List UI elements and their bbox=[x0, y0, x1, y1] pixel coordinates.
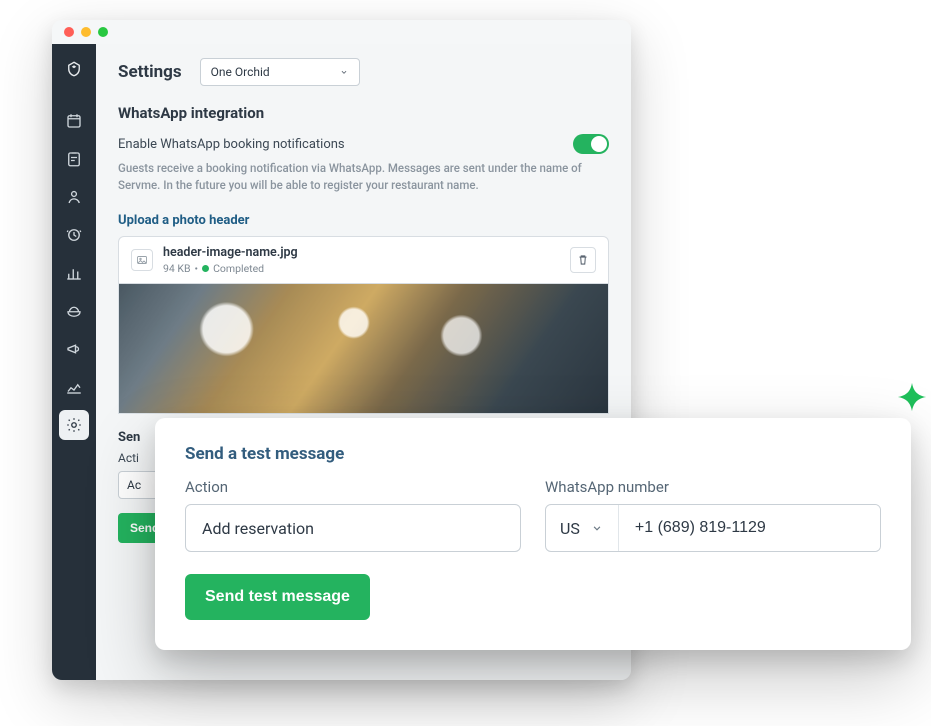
phone-input-group: US bbox=[545, 504, 881, 552]
window-minimize-dot[interactable] bbox=[81, 27, 91, 37]
window-zoom-dot[interactable] bbox=[98, 27, 108, 37]
sidebar-settings-icon[interactable] bbox=[59, 410, 89, 440]
status-dot-icon bbox=[202, 265, 209, 272]
page-title: Settings bbox=[118, 62, 182, 82]
upload-label: Upload a photo header bbox=[118, 213, 609, 228]
uploaded-file-card: header-image-name.jpg 94 KB • Completed bbox=[118, 236, 609, 284]
sidebar-announce-icon[interactable] bbox=[59, 334, 89, 364]
send-test-popover: Send a test message Action Add reservati… bbox=[155, 418, 911, 650]
sidebar-food-icon[interactable] bbox=[59, 296, 89, 326]
action-label: Action bbox=[185, 478, 521, 496]
file-name: header-image-name.jpg bbox=[163, 245, 560, 260]
help-text: Guests receive a booking notification vi… bbox=[118, 160, 609, 195]
phone-number-input[interactable] bbox=[619, 505, 880, 551]
delete-file-button[interactable] bbox=[570, 247, 596, 273]
action-select[interactable]: Add reservation bbox=[185, 504, 521, 552]
send-test-message-button[interactable]: Send test message bbox=[185, 574, 370, 620]
image-icon bbox=[131, 249, 153, 271]
country-code-value: US bbox=[560, 519, 580, 538]
venue-select[interactable]: One Orchid bbox=[200, 58, 360, 86]
file-meta: 94 KB • Completed bbox=[163, 262, 560, 275]
venue-select-value: One Orchid bbox=[211, 65, 270, 79]
header-image-preview bbox=[118, 284, 609, 414]
sidebar bbox=[52, 44, 96, 680]
sidebar-user-icon[interactable] bbox=[59, 182, 89, 212]
sparkle-icon bbox=[895, 380, 929, 414]
sidebar-clipboard-icon[interactable] bbox=[59, 144, 89, 174]
window-titlebar bbox=[52, 20, 631, 44]
whatsapp-number-label: WhatsApp number bbox=[545, 478, 881, 496]
chevron-down-icon bbox=[339, 67, 349, 77]
chevron-down-icon bbox=[590, 521, 604, 535]
file-status: Completed bbox=[213, 262, 264, 275]
window-close-dot[interactable] bbox=[64, 27, 74, 37]
enable-whatsapp-toggle[interactable] bbox=[573, 134, 609, 154]
action-value: Add reservation bbox=[202, 519, 314, 538]
toggle-label: Enable WhatsApp booking notifications bbox=[118, 137, 345, 152]
app-logo bbox=[57, 52, 91, 86]
sidebar-reports-icon[interactable] bbox=[59, 258, 89, 288]
file-size: 94 KB bbox=[163, 262, 191, 275]
country-code-select[interactable]: US bbox=[546, 505, 619, 551]
section-title: WhatsApp integration bbox=[118, 104, 609, 122]
sidebar-waitlist-icon[interactable] bbox=[59, 220, 89, 250]
sidebar-analytics-icon[interactable] bbox=[59, 372, 89, 402]
sidebar-calendar-icon[interactable] bbox=[59, 106, 89, 136]
popover-title: Send a test message bbox=[185, 444, 881, 464]
